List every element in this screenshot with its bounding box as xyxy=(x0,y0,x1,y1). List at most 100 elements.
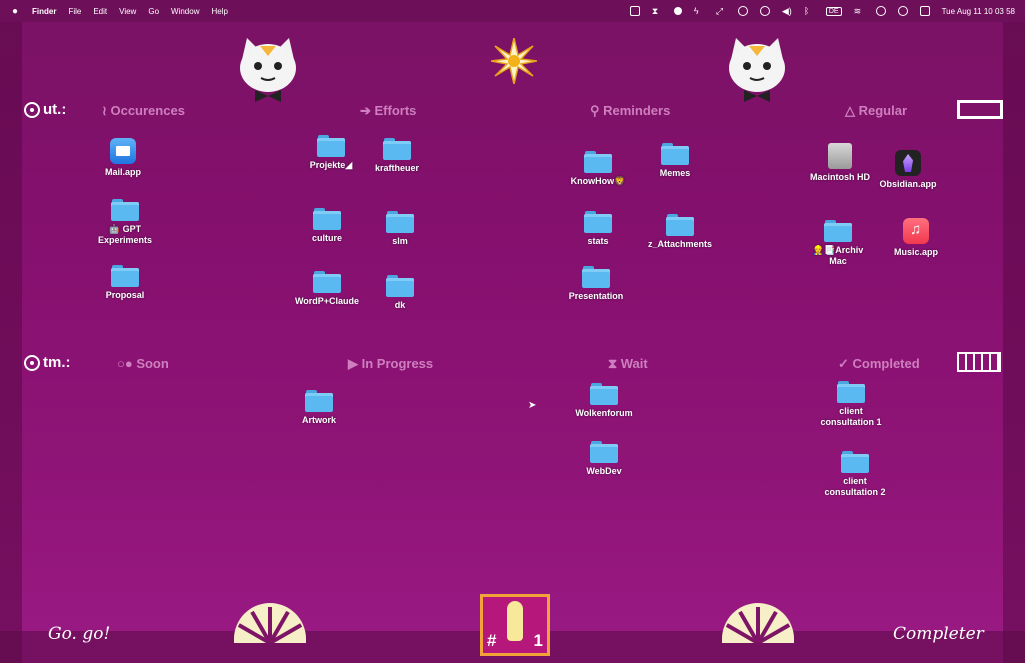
item-label: client consultation 2 xyxy=(824,476,886,497)
item-label: client consultation 1 xyxy=(820,406,882,427)
menu-view[interactable]: View xyxy=(119,7,136,16)
volume-icon[interactable]: ◀) xyxy=(782,6,792,16)
folder-icon xyxy=(582,266,610,288)
clock-icon xyxy=(24,354,40,371)
item-label: stats xyxy=(587,236,609,246)
cat-mascot-right-icon xyxy=(729,38,785,102)
desktop-item-stats[interactable]: stats xyxy=(553,211,643,247)
header-regular: △ Regular xyxy=(845,103,908,118)
menubar-clock[interactable]: Tue Aug 11 10 03 58 xyxy=(942,7,1015,16)
status-app-icon[interactable] xyxy=(629,6,640,16)
item-label: Proposal xyxy=(105,290,145,300)
menu-finder[interactable]: Finder xyxy=(32,7,56,16)
cat-mascot-left-icon xyxy=(240,38,296,102)
search-icon[interactable] xyxy=(897,6,908,16)
desktop-item-artwork[interactable]: Artwork xyxy=(274,390,364,426)
folder-icon xyxy=(313,271,341,293)
control-center-icon[interactable] xyxy=(919,6,930,16)
item-label: Presentation xyxy=(568,291,624,301)
header-in-progress: ▶ In Progress xyxy=(348,356,434,371)
menubar: ● Finder File Edit View Go Window Help ⧗… xyxy=(0,0,1025,22)
hourglass-icon[interactable]: ⧗ xyxy=(652,6,662,16)
folder-icon xyxy=(111,199,139,221)
desktop-item-slm[interactable]: slm xyxy=(355,211,445,247)
item-label: Memes xyxy=(659,168,691,178)
frame-right xyxy=(1003,22,1025,663)
desktop-item-client-consultation-1[interactable]: client consultation 1 xyxy=(806,381,896,428)
header-reminders: ⚲ Reminders xyxy=(590,103,671,118)
status-area: ⧗ ϟ ⤢ ◀) ᛒ DE ≋ Tue Aug 11 10 03 58 xyxy=(629,0,1015,22)
folder-icon xyxy=(317,135,345,157)
frame-left xyxy=(0,22,22,663)
signature-completer: Completer xyxy=(893,624,984,644)
desktop-item-presentation[interactable]: Presentation xyxy=(551,266,641,302)
desktop-item-wolkenforum[interactable]: Wolkenforum xyxy=(559,383,649,419)
menu-window[interactable]: Window xyxy=(171,7,199,16)
folder-icon xyxy=(661,143,689,165)
folder-icon xyxy=(111,265,139,287)
item-label: slm xyxy=(392,236,408,246)
header-wait: ⧗ Wait xyxy=(608,356,648,371)
expand-icon[interactable]: ⤢ xyxy=(716,6,726,16)
row-label-ut-text: ut.: xyxy=(43,101,67,118)
folder-icon xyxy=(590,441,618,463)
item-label: Obsidian.app xyxy=(879,179,937,189)
header-soon: ○● Soon xyxy=(117,356,169,371)
folder-icon xyxy=(837,381,865,403)
item-label: WebDev xyxy=(586,466,622,476)
desktop-item-webdev[interactable]: WebDev xyxy=(559,441,649,477)
signature-go-go: Go. go! xyxy=(48,624,111,644)
menu-help[interactable]: Help xyxy=(211,7,227,16)
desktop-item-dk[interactable]: dk xyxy=(355,275,445,311)
mouse-cursor-icon: ➤ xyxy=(528,400,537,411)
folder-icon xyxy=(584,151,612,173)
wifi-icon[interactable]: ≋ xyxy=(854,6,864,16)
folder-icon xyxy=(386,275,414,297)
item-label: dk xyxy=(394,300,406,310)
timer-icon[interactable] xyxy=(759,6,770,16)
desktop-item-gpt-experiments[interactable]: 🤖 GPT Experiments xyxy=(80,199,170,246)
desktop-item-obsidian[interactable]: Obsidian.app xyxy=(863,150,953,190)
header-efforts: ➔ Efforts xyxy=(360,103,417,118)
desktop-item-mail[interactable]: Mail.app xyxy=(78,138,168,178)
badge-one: 1 xyxy=(533,631,543,650)
desktop-item-client-consultation-2[interactable]: client consultation 2 xyxy=(810,451,900,498)
folder-icon xyxy=(313,208,341,230)
folder-icon xyxy=(383,138,411,160)
hard-drive-icon xyxy=(828,143,852,169)
number-one-badge-icon: # 1 xyxy=(480,594,550,656)
item-label: kraftheuer xyxy=(374,163,419,173)
item-label: 🤖 GPT Experiments xyxy=(97,224,153,245)
row-label-tm-text: tm.: xyxy=(43,354,71,371)
figure-icon xyxy=(507,601,523,641)
play-icon[interactable] xyxy=(737,6,748,16)
bed-bar-icon xyxy=(957,100,1003,119)
apple-icon[interactable]: ● xyxy=(12,6,20,17)
desktop-item-proposal[interactable]: Proposal xyxy=(80,265,170,301)
desktop-item-z-attachments[interactable]: z_Attachments xyxy=(635,214,725,250)
menu-edit[interactable]: Edit xyxy=(93,7,107,16)
folder-icon xyxy=(305,390,333,412)
header-occurences: ≀ Occurences xyxy=(102,103,185,118)
desktop-item-kraftheuer[interactable]: kraftheuer xyxy=(352,138,442,174)
folder-icon xyxy=(841,451,869,473)
menu-file[interactable]: File xyxy=(68,7,81,16)
item-label: z_Attachments xyxy=(647,239,712,249)
user-icon[interactable] xyxy=(875,6,886,16)
item-label: 👷📑Archiv Mac xyxy=(812,245,864,266)
input-source[interactable]: DE xyxy=(825,6,842,16)
music-app-icon xyxy=(903,218,929,244)
desktop-item-music[interactable]: Music.app xyxy=(871,218,961,258)
target-icon xyxy=(24,101,40,118)
folder-icon xyxy=(824,220,852,242)
item-label: Wolkenforum xyxy=(575,408,633,418)
item-label: Music.app xyxy=(893,247,938,257)
desktop-item-memes[interactable]: Memes xyxy=(630,143,720,179)
person-icon[interactable] xyxy=(673,7,682,15)
mail-app-icon xyxy=(110,138,136,164)
bluetooth-icon[interactable]: ᛒ xyxy=(804,6,814,16)
menu-go[interactable]: Go xyxy=(148,7,159,16)
desktop-background xyxy=(0,0,1025,663)
bolt-icon[interactable]: ϟ xyxy=(694,6,704,16)
desktop-item-archiv-mac[interactable]: 👷📑Archiv Mac xyxy=(793,220,883,267)
